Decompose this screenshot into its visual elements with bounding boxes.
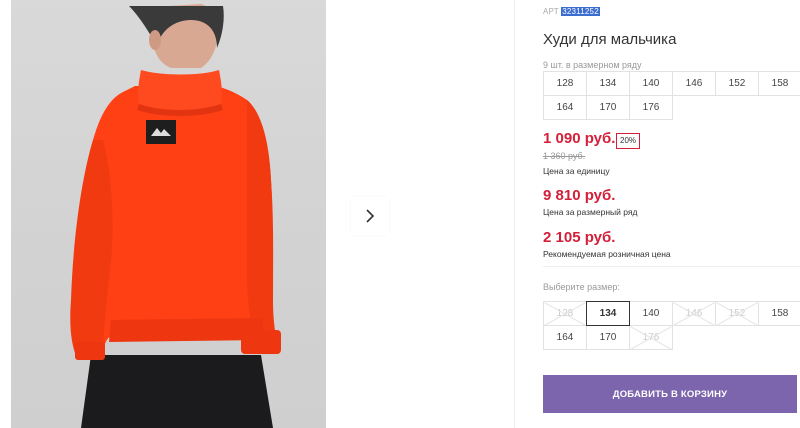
range-price-note: Цена за размерный ряд bbox=[543, 207, 638, 217]
hoodie-illustration bbox=[70, 4, 281, 428]
size-range-cell: 170 bbox=[586, 95, 630, 120]
size-range-cell: 158 bbox=[758, 71, 800, 96]
size-range-grid: 128 134 140 146 152 158 164 170 176 bbox=[543, 71, 800, 120]
size-range-label: 9 шт. в размерном ряду bbox=[543, 60, 642, 70]
choose-size-label: Выберите размер: bbox=[543, 282, 620, 292]
size-range-cell: 146 bbox=[672, 71, 716, 96]
retail-price: 2 105 руб. bbox=[543, 229, 616, 246]
size-range-cell: 128 bbox=[543, 71, 587, 96]
sku-value[interactable]: 32311252 bbox=[561, 7, 600, 16]
size-range-cell: 176 bbox=[629, 95, 673, 120]
size-option-176[interactable]: 176 bbox=[629, 325, 673, 350]
old-price: 1 360 руб. bbox=[543, 151, 586, 161]
size-option-128[interactable]: 128 bbox=[543, 301, 587, 326]
range-price: 9 810 руб. bbox=[543, 187, 616, 204]
size-option-158[interactable]: 158 bbox=[758, 301, 800, 326]
size-option-134[interactable]: 134 bbox=[586, 301, 630, 326]
size-range-cell: 134 bbox=[586, 71, 630, 96]
size-range-cell: 152 bbox=[715, 71, 759, 96]
sku: АРТ 32311252 bbox=[543, 7, 600, 16]
size-option-170[interactable]: 170 bbox=[586, 325, 630, 350]
size-option-152[interactable]: 152 bbox=[715, 301, 759, 326]
unit-price-note: Цена за единицу bbox=[543, 166, 610, 176]
gallery-next-button[interactable] bbox=[351, 197, 389, 235]
size-range-cell: 164 bbox=[543, 95, 587, 120]
size-option-164[interactable]: 164 bbox=[543, 325, 587, 350]
size-range-cell: 140 bbox=[629, 71, 673, 96]
column-divider bbox=[514, 0, 515, 428]
size-option-140[interactable]: 140 bbox=[629, 301, 673, 326]
section-divider bbox=[543, 266, 800, 267]
discount-badge: 20% bbox=[616, 133, 641, 149]
size-picker-grid: 128 134 140 146 152 158 164 170 176 bbox=[543, 301, 800, 350]
sku-label: АРТ bbox=[543, 7, 559, 16]
retail-price-note: Рекомендуемая розничная цена bbox=[543, 249, 671, 259]
product-photo[interactable] bbox=[11, 0, 326, 428]
chevron-right-icon bbox=[366, 209, 375, 223]
add-to-cart-button[interactable]: ДОБАВИТЬ В КОРЗИНУ bbox=[543, 375, 797, 413]
unit-price: 1 090 руб. bbox=[543, 130, 616, 147]
product-title: Худи для мальчика bbox=[543, 31, 677, 48]
size-option-146[interactable]: 146 bbox=[672, 301, 716, 326]
